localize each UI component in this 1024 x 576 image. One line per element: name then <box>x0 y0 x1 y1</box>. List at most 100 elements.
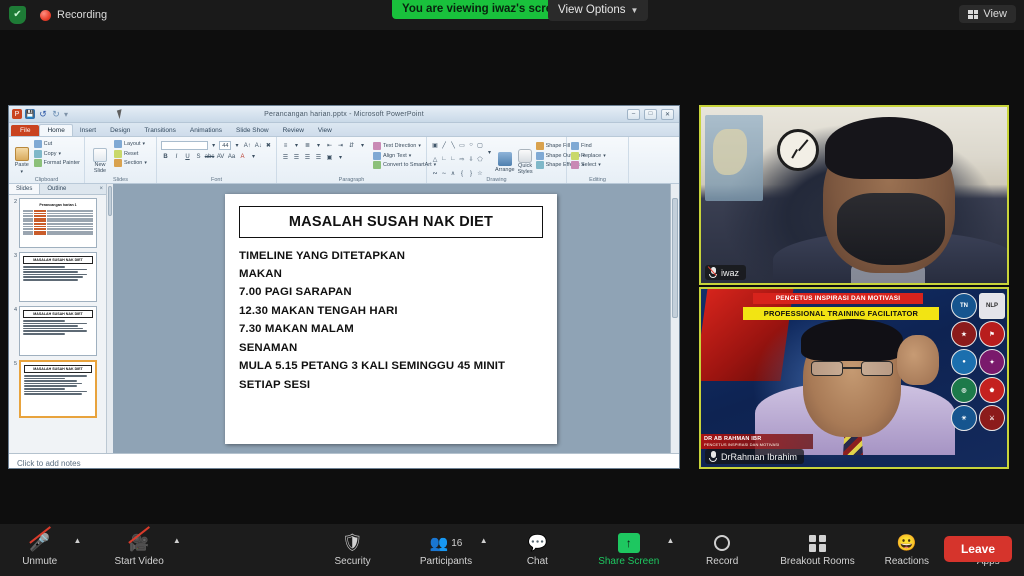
ribbon-tab-design[interactable]: Design <box>103 125 137 136</box>
font-name-input[interactable] <box>161 141 208 150</box>
chevron-down-icon[interactable]: ▾ <box>358 141 367 150</box>
ribbon-tab-home[interactable]: Home <box>39 124 73 136</box>
list-item[interactable]: 2 Perancangan harian 1 <box>11 198 104 248</box>
reactions-button[interactable]: 😀 Reactions <box>871 528 942 572</box>
chat-button[interactable]: 💬 Chat <box>502 528 573 572</box>
security-shield-icon[interactable]: ✔ <box>9 6 26 24</box>
chevron-down-icon[interactable]: ▾ <box>210 141 217 150</box>
section-button[interactable]: Section ▾ <box>114 159 147 167</box>
cut-button[interactable]: Cut <box>33 140 80 148</box>
shape-right-arrow-icon[interactable]: ⇨ <box>458 155 466 163</box>
shape-oval-icon[interactable]: ○ <box>467 141 475 149</box>
video-tile-iwaz[interactable]: iwaz <box>699 105 1009 285</box>
slide-canvas[interactable]: MASALAH SUSAH NAK DIET TIMELINE YANG DIT… <box>225 193 557 444</box>
chevron-down-icon[interactable]: ▾ <box>233 141 240 150</box>
increase-indent-icon[interactable]: ⇥ <box>336 141 345 150</box>
decrease-indent-icon[interactable]: ⇤ <box>325 141 334 150</box>
leave-button[interactable]: Leave <box>943 536 1012 562</box>
shape-rectangle-icon[interactable]: ▭ <box>458 141 466 149</box>
tab-slides[interactable]: Slides <box>9 184 41 194</box>
shape-roundrect-icon[interactable]: ▢ <box>476 141 484 149</box>
participants-button[interactable]: 👥 16 Participants ▲ <box>410 528 488 572</box>
format-painter-button[interactable]: Format Painter <box>33 159 80 167</box>
security-button[interactable]: 🛡 Security <box>317 528 388 572</box>
breakout-rooms-button[interactable]: Breakout Rooms <box>770 528 865 572</box>
ribbon-tab-file[interactable]: File <box>11 125 40 136</box>
reset-button[interactable]: Reset <box>114 149 147 158</box>
thumbnail-scrollbar[interactable] <box>106 184 113 453</box>
chevron-up-icon[interactable]: ▲ <box>74 536 82 545</box>
close-panel-icon[interactable]: × <box>99 186 103 192</box>
font-size-input[interactable]: 44 <box>219 141 232 150</box>
chevron-up-icon[interactable]: ▲ <box>173 536 181 545</box>
ribbon-tab-strip[interactable]: File Home Insert Design Transitions Anim… <box>9 123 679 137</box>
decrease-font-size-icon[interactable]: A↓ <box>254 141 263 150</box>
slide-editing-stage[interactable]: MASALAH SUSAH NAK DIET TIMELINE YANG DIT… <box>113 184 679 453</box>
video-tile-drrahman[interactable]: PENCETUS INSPIRASI DAN MOTIVASI PROFESSI… <box>699 287 1009 469</box>
italic-icon[interactable]: I <box>172 152 181 161</box>
font-color-icon[interactable]: A <box>238 152 247 161</box>
slide-thumbnail-list[interactable]: 2 Perancangan harian 1 3 MASALAH SUSAH N… <box>9 195 106 453</box>
clear-formatting-icon[interactable]: ✖ <box>265 141 272 150</box>
ribbon-tab-transitions[interactable]: Transitions <box>137 125 183 136</box>
bold-icon[interactable]: B <box>161 152 170 161</box>
shape-line-icon[interactable]: ╱ <box>440 141 448 149</box>
align-center-icon[interactable]: ☰ <box>292 153 301 162</box>
list-item[interactable]: 5 MASALAH SUSAH NAK DIET <box>11 360 104 418</box>
shape-down-arrow-icon[interactable]: ⇩ <box>467 155 475 163</box>
shapes-more-icon[interactable]: ▾ <box>487 141 492 163</box>
bullets-icon[interactable]: ≡ <box>281 141 290 150</box>
record-button[interactable]: Record <box>686 528 757 572</box>
slide-thumbnail[interactable]: MASALAH SUSAH NAK DIET <box>19 252 97 302</box>
justify-icon[interactable]: ☰ <box>314 153 323 162</box>
start-video-button[interactable]: 🎥 Start Video ▲ <box>103 526 181 572</box>
slide-vertical-scrollbar[interactable] <box>670 184 679 453</box>
view-layout-button[interactable]: View <box>959 5 1016 23</box>
line-spacing-icon[interactable]: ⇵ <box>347 141 356 150</box>
align-left-icon[interactable]: ☰ <box>281 153 290 162</box>
chevron-up-icon[interactable]: ▲ <box>667 536 675 545</box>
ribbon-tab-review[interactable]: Review <box>276 125 311 136</box>
slide-thumbnail[interactable]: Perancangan harian 1 <box>19 198 97 248</box>
chevron-down-icon[interactable]: ▾ <box>249 152 258 161</box>
shape-corner-icon[interactable]: ∟ <box>440 155 448 163</box>
shadow-icon[interactable]: S <box>194 152 203 161</box>
ribbon-tab-animations[interactable]: Animations <box>183 125 229 136</box>
shape-textbox-icon[interactable]: ▣ <box>431 141 439 149</box>
slide-panel-tabs[interactable]: Slides Outline × <box>9 184 106 195</box>
shape-pentagon-icon[interactable]: ⬠ <box>476 155 484 163</box>
layout-button[interactable]: Layout ▾ <box>114 140 147 148</box>
numbering-icon[interactable]: ≣ <box>303 141 312 150</box>
underline-icon[interactable]: U <box>183 152 192 161</box>
copy-button[interactable]: Copy ▾ <box>33 149 80 158</box>
replace-button[interactable]: Replace ▾ <box>571 151 606 160</box>
shape-elbow-icon[interactable]: ∟ <box>449 155 457 163</box>
chevron-down-icon[interactable]: ▾ <box>292 141 301 150</box>
view-options-button[interactable]: View Options ▼ <box>548 0 649 21</box>
align-right-icon[interactable]: ☰ <box>303 153 312 162</box>
chevron-down-icon[interactable]: ▾ <box>314 141 323 150</box>
change-case-icon[interactable]: Aa <box>227 152 236 161</box>
ribbon-tab-insert[interactable]: Insert <box>73 125 103 136</box>
slide-thumbnail-selected[interactable]: MASALAH SUSAH NAK DIET <box>19 360 97 418</box>
chevron-down-icon[interactable]: ▾ <box>336 153 345 162</box>
share-screen-button[interactable]: ↑ Share Screen ▲ <box>589 528 674 572</box>
tab-outline[interactable]: Outline <box>40 184 73 194</box>
unmute-button[interactable]: 🎤 Unmute ▲ <box>4 526 81 572</box>
chevron-up-icon[interactable]: ▲ <box>480 536 488 545</box>
find-button[interactable]: Find <box>571 142 606 150</box>
shape-arrow-icon[interactable]: ╲ <box>449 141 457 149</box>
character-spacing-icon[interactable]: AV <box>216 152 225 161</box>
list-item[interactable]: 3 MASALAH SUSAH NAK DIET <box>11 252 104 302</box>
strikethrough-icon[interactable]: abc <box>205 152 215 161</box>
notes-pane[interactable]: Click to add notes <box>9 453 679 468</box>
slide-body-placeholder[interactable]: TIMELINE YANG DITETAPKAN MAKAN 7.00 PAGI… <box>239 247 543 395</box>
select-button[interactable]: Select ▾ <box>571 161 606 169</box>
increase-font-size-icon[interactable]: A↑ <box>243 141 252 150</box>
columns-icon[interactable]: ▣ <box>325 153 334 162</box>
list-item[interactable]: 4 MASALAH SUSAH NAK DIET <box>11 306 104 356</box>
shape-triangle-icon[interactable]: △ <box>431 155 439 163</box>
slide-title-placeholder[interactable]: MASALAH SUSAH NAK DIET <box>239 205 543 238</box>
ribbon-tab-view[interactable]: View <box>311 125 339 136</box>
slide-thumbnail[interactable]: MASALAH SUSAH NAK DIET <box>19 306 97 356</box>
